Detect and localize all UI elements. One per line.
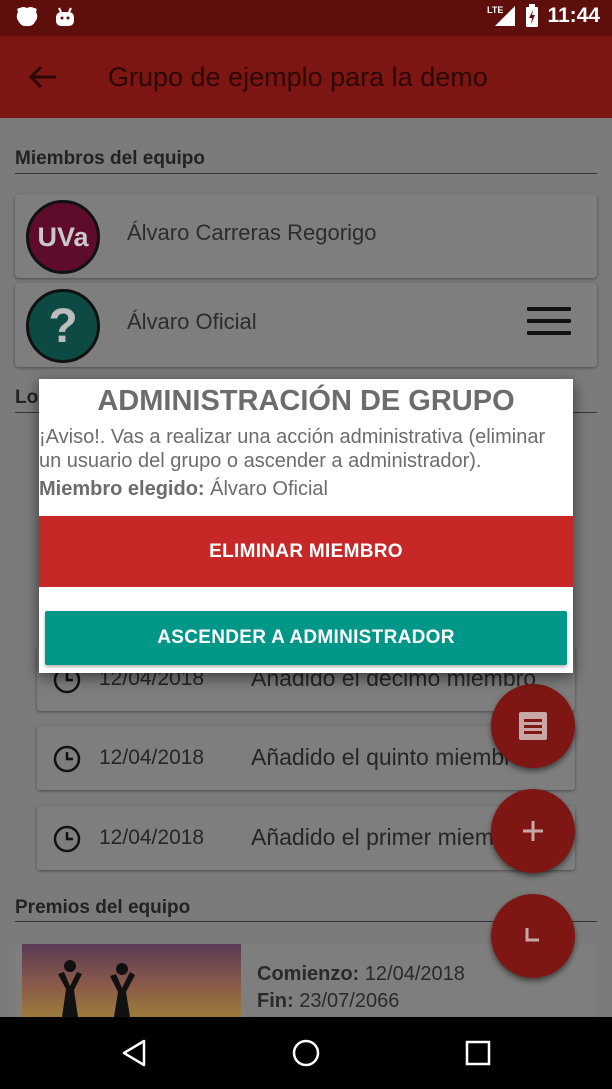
corner-icon <box>525 928 539 942</box>
prize-start: Comienzo: 12/04/2018 <box>257 963 465 986</box>
clock-icon <box>53 825 81 853</box>
list-fab-button[interactable] <box>491 684 575 768</box>
prize-start-value: 12/04/2018 <box>364 963 465 985</box>
clock-icon <box>53 745 81 773</box>
corner-fab-button[interactable] <box>491 894 575 978</box>
network-label: LTE <box>487 5 503 15</box>
admin-dialog: ADMINISTRACIÓN DE GRUPO ¡Aviso!. Vas a r… <box>39 379 573 673</box>
prize-end-value: 23/07/2066 <box>299 990 400 1012</box>
event-text: Añadido el quinto miembro <box>251 744 525 770</box>
back-nav-icon[interactable] <box>118 1037 150 1069</box>
divider <box>15 173 597 174</box>
dialog-message: ¡Aviso!. Vas a realizar una acción admin… <box>39 426 546 472</box>
app-notification-icon <box>16 7 38 27</box>
app-bar: Grupo de ejemplo para la demo <box>0 36 612 118</box>
avatar: UVa <box>26 200 100 274</box>
logs-section-title: Lo <box>15 387 39 408</box>
prize-end-label: Fin: <box>257 990 294 1012</box>
add-fab-button[interactable] <box>491 789 575 873</box>
prize-image <box>22 944 241 1017</box>
event-date: 12/04/2018 <box>99 746 205 769</box>
plus-icon <box>523 821 543 841</box>
dialog-selected-member: Miembro elegido: Álvaro Oficial <box>39 478 328 501</box>
delete-member-button[interactable]: ELIMINAR MIEMBRO <box>39 516 573 587</box>
android-notification-icon <box>56 7 74 26</box>
recents-nav-icon[interactable] <box>462 1037 494 1069</box>
list-icon <box>519 712 547 740</box>
battery-charging-icon <box>526 4 539 27</box>
people-jumping-icon <box>58 960 135 1017</box>
member-name: Álvaro Oficial <box>127 309 257 334</box>
clock-time: 11:44 <box>547 4 600 27</box>
page-title: Grupo de ejemplo para la demo <box>108 62 488 92</box>
prize-start-label: Comienzo: <box>257 963 360 985</box>
event-date: 12/04/2018 <box>99 826 205 849</box>
navigation-bar <box>0 1017 612 1089</box>
dialog-title: ADMINISTRACIÓN DE GRUPO <box>97 385 515 417</box>
hamburger-menu-icon[interactable] <box>527 307 571 335</box>
prize-end: Fin: 23/07/2066 <box>257 990 399 1013</box>
status-bar: LTE 11:44 <box>0 0 612 36</box>
member-card-oficial[interactable]: ? Álvaro Oficial <box>15 283 597 367</box>
dialog-member-value: Álvaro Oficial <box>210 478 328 500</box>
home-nav-icon[interactable] <box>290 1037 322 1069</box>
promote-admin-button[interactable]: ASCENDER A ADMINISTRADOR <box>45 611 567 665</box>
dialog-member-label: Miembro elegido: <box>39 478 205 500</box>
avatar: ? <box>26 289 100 363</box>
arrow-left-icon[interactable] <box>26 60 60 94</box>
lte-signal-icon: LTE <box>487 5 516 26</box>
event-text: Añadido el primer miembro <box>251 824 528 850</box>
member-name: Álvaro Carreras Regorigo <box>127 220 377 245</box>
member-card-carreras[interactable]: UVa Álvaro Carreras Regorigo <box>15 194 597 278</box>
prizes-section-title: Premios del equipo <box>15 897 191 918</box>
members-section-title: Miembros del equipo <box>15 148 206 169</box>
